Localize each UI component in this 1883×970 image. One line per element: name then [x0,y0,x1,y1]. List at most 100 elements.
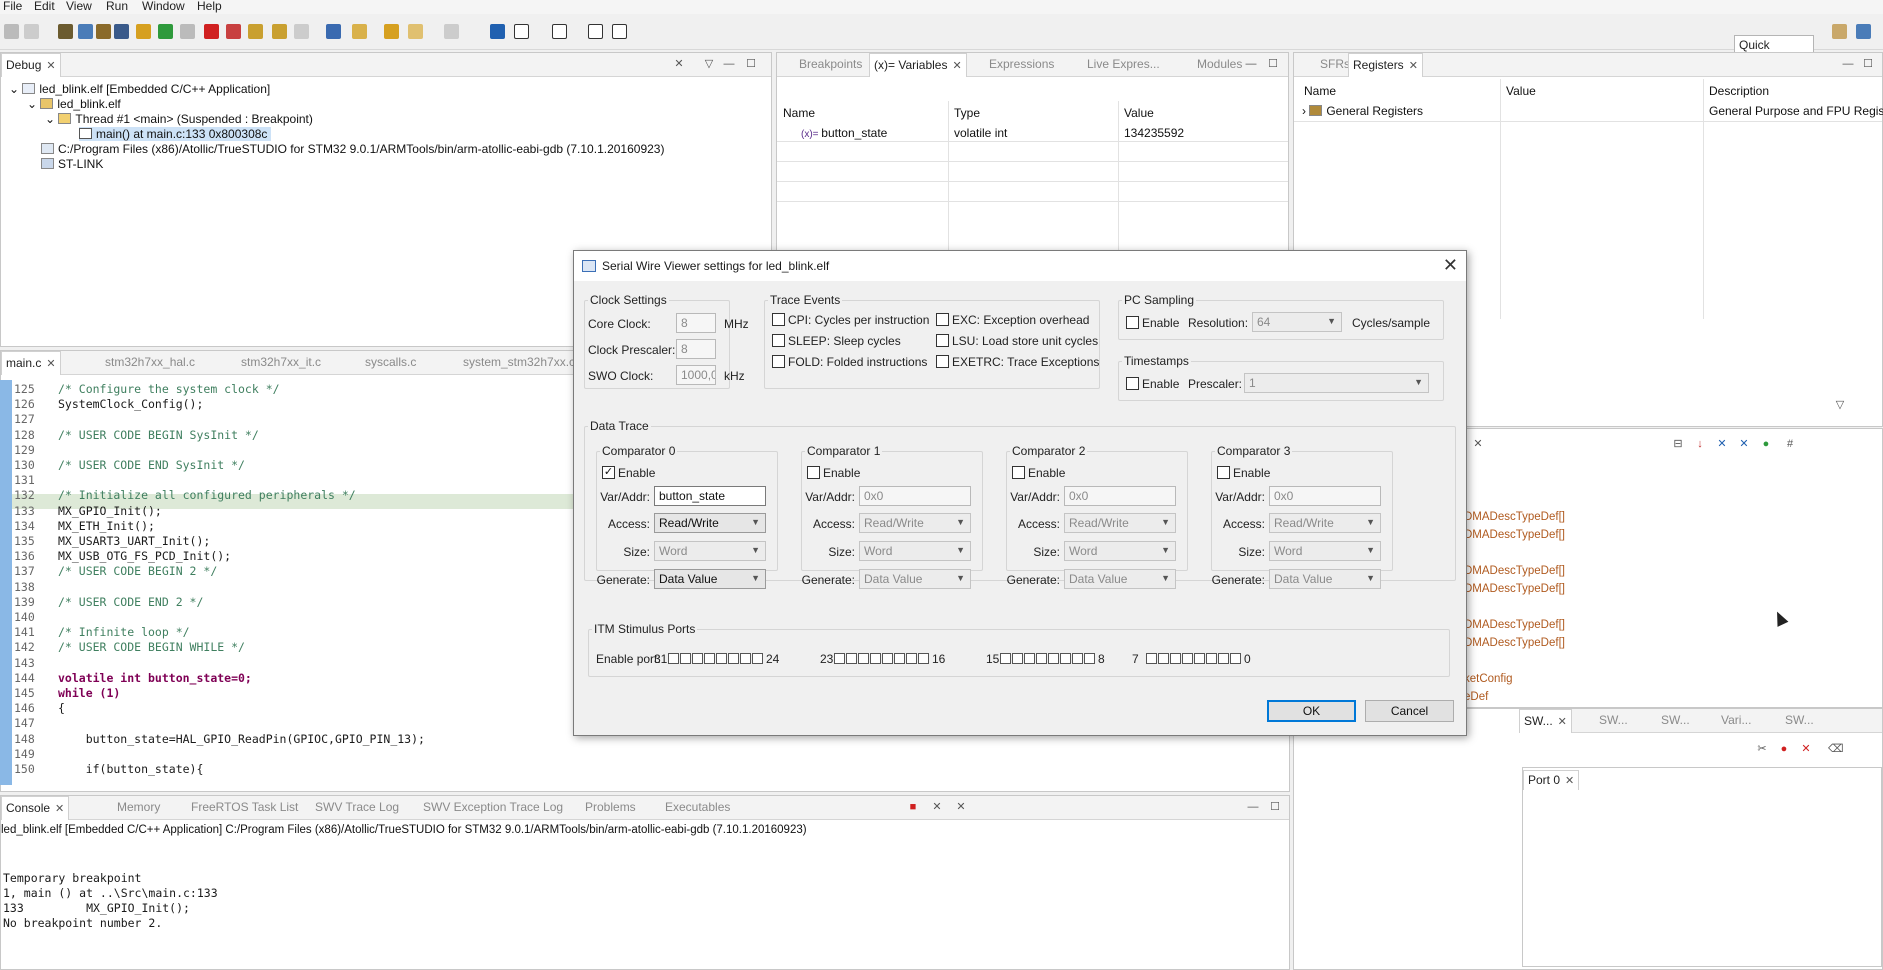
remove-all-icon[interactable]: ✕ [673,58,685,70]
comparator-2-var-input[interactable]: 0x0 [1064,486,1176,506]
view-toolbar-icon[interactable]: ▽ [1834,399,1846,411]
tab-live-expressions[interactable]: Live Expres... [1083,53,1164,77]
clock-prescaler-input[interactable]: 8 [676,339,716,359]
register-group-row[interactable]: › General Registers [1302,104,1423,118]
window-icon[interactable] [514,24,529,39]
save-all-icon[interactable] [24,24,39,39]
stimulus-port-checkbox[interactable] [692,653,703,664]
tab-swv-1[interactable]: SW... ✕ [1519,709,1572,733]
expand-icon[interactable]: ⌄ [27,97,40,111]
stop-trace-icon[interactable]: ✕ [1800,743,1812,755]
menu-file[interactable]: File [3,0,22,13]
close-icon[interactable]: ✕ [1565,775,1574,787]
tree-item-app[interactable]: ⌄ led_blink.elf [Embedded C/C++ Applicat… [9,82,270,96]
code-line[interactable]: if(button_state){ [58,762,204,776]
stimulus-port-checkbox[interactable] [858,653,869,664]
fold-checkbox[interactable] [772,355,785,368]
code-line[interactable]: /* USER CODE BEGIN 2 */ [58,564,217,578]
tree-item-frame[interactable]: main() at main.c:133 0x800308c [79,127,272,141]
comparator-0-var-input[interactable]: button_state [654,486,766,506]
grid-icon[interactable] [552,24,567,39]
tab-expressions[interactable]: Expressions [985,53,1058,77]
code-line[interactable]: MX_GPIO_Init(); [58,504,162,518]
terminal-icon[interactable] [114,24,129,39]
tab-problems[interactable]: Problems [581,796,640,820]
tab-swv-3[interactable]: SW... [1657,709,1694,733]
view-menu-icon[interactable]: ▽ [703,58,715,70]
stimulus-port-checkbox[interactable] [1036,653,1047,664]
stimulus-port-checkbox[interactable] [894,653,905,664]
tab-it-c[interactable]: stm32h7xx_it.c [237,351,325,375]
build-all-icon[interactable] [96,24,111,39]
minimize-icon[interactable]: — [1842,58,1854,70]
stimulus-port-checkbox[interactable] [1230,653,1241,664]
tree-item-thread[interactable]: ⌄ Thread #1 <main> (Suspended : Breakpoi… [45,112,313,126]
stimulus-port-checkbox[interactable] [1182,653,1193,664]
close-icon[interactable]: ✕ [1409,60,1418,72]
tab-variables[interactable]: (x)= Variables ✕ [869,53,967,77]
comparator-2-access-select[interactable]: Read/Write ▼ [1064,513,1176,533]
tree-item-stlink[interactable]: ST-LINK [41,157,103,171]
code-line[interactable]: /* Configure the system clock */ [58,382,280,396]
close-icon[interactable]: ✕ [1472,438,1484,450]
stimulus-port-checkbox[interactable] [918,653,929,664]
stimulus-port-checkbox[interactable] [1048,653,1059,664]
minimize-icon[interactable]: — [723,58,735,70]
menu-help[interactable]: Help [197,0,222,13]
terminate-icon[interactable] [204,24,219,39]
code-line[interactable]: MX_USB_OTG_FS_PCD_Init(); [58,549,231,563]
tab-swv-2[interactable]: SW... [1595,709,1632,733]
code-line[interactable]: /* USER CODE END 2 */ [58,595,203,609]
stimulus-port-checkbox[interactable] [882,653,893,664]
stimulus-port-checkbox[interactable] [704,653,715,664]
instruction-step-icon[interactable] [326,24,341,39]
forward-icon[interactable] [444,24,459,39]
comparator-3-access-select[interactable]: Read/Write ▼ [1269,513,1381,533]
close-icon[interactable]: ✕ [46,358,55,370]
stimulus-port-checkbox[interactable] [1194,653,1205,664]
close-icon[interactable]: ✕ [1443,253,1458,277]
start-trace-icon[interactable]: ● [1778,743,1790,755]
exetrc-checkbox[interactable] [936,355,949,368]
chevron-right-icon[interactable]: › [1302,104,1309,118]
remove-all-icon[interactable]: ✕ [955,801,967,813]
col-value[interactable]: Value [1124,106,1154,120]
refresh-icon[interactable]: ● [1760,438,1772,450]
code-line[interactable]: while (1) [58,686,120,700]
stimulus-port-checkbox[interactable] [1024,653,1035,664]
code-line[interactable]: volatile int button_state=0; [58,671,252,685]
stimulus-port-checkbox[interactable] [1084,653,1095,664]
stimulus-port-checkbox[interactable] [716,653,727,664]
tab-main-c[interactable]: main.c ✕ [1,351,61,375]
close-icon[interactable]: ✕ [55,803,64,815]
close-icon[interactable]: ✕ [952,60,961,72]
tab-variables[interactable]: Vari... [1717,709,1755,733]
remove-icon[interactable]: ✕ [1716,438,1728,450]
code-line[interactable]: /* USER CODE END SysInit */ [58,458,245,472]
comparator-0-access-select[interactable]: Read/Write ▼ [654,513,766,533]
disconnect-icon[interactable] [226,24,241,39]
prev-edit-icon[interactable] [408,24,423,39]
tab-swv-trace-log[interactable]: SWV Trace Log [311,796,403,820]
stimulus-port-checkbox[interactable] [1072,653,1083,664]
comparator-3-size-select[interactable]: Word ▼ [1269,541,1381,561]
lsu-checkbox[interactable] [936,334,949,347]
ts-prescaler-select[interactable]: 1 ▼ [1244,373,1429,393]
suspend-icon[interactable] [180,24,195,39]
step-into-icon[interactable] [248,24,263,39]
core-clock-input[interactable]: 8 [676,313,716,333]
code-line[interactable]: MX_USART3_UART_Init(); [58,534,210,548]
code-line[interactable]: SystemClock_Config(); [58,397,203,411]
stimulus-port-checkbox[interactable] [752,653,763,664]
back-icon[interactable] [384,24,399,39]
open-folder-icon[interactable] [352,24,367,39]
ok-button[interactable]: OK [1267,700,1356,722]
restart-icon[interactable] [136,24,151,39]
stimulus-port-checkbox[interactable] [668,653,679,664]
tab-memory[interactable]: Memory [113,796,164,820]
sort-icon[interactable]: ↓ [1694,438,1706,450]
exc-checkbox[interactable] [936,313,949,326]
cancel-button[interactable]: Cancel [1365,700,1454,722]
clean-icon[interactable] [78,24,93,39]
tree-item-process[interactable]: ⌄ led_blink.elf [27,97,121,111]
